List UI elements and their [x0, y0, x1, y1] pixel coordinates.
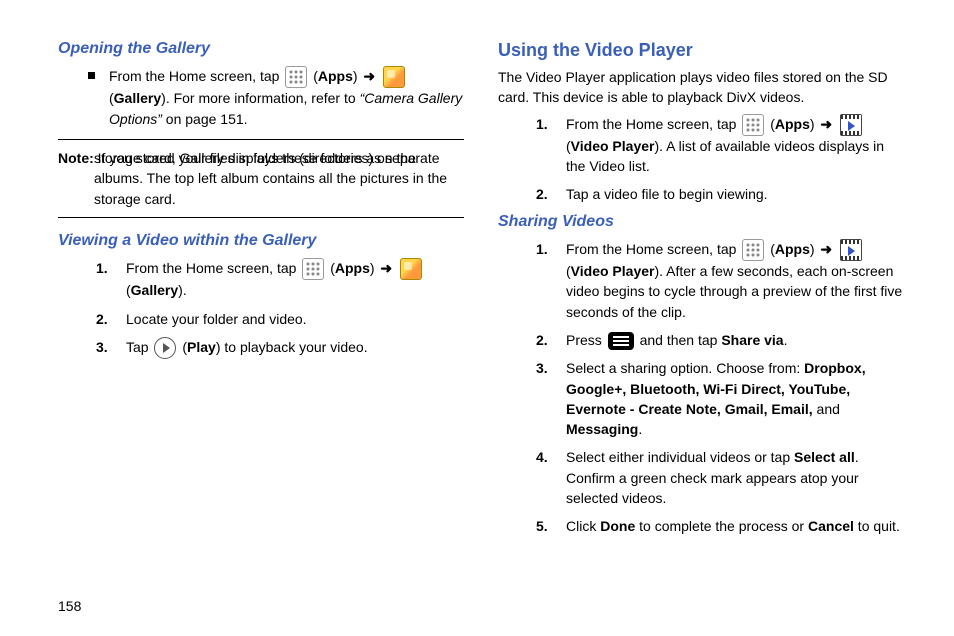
- left-column: Opening the Gallery From the Home screen…: [58, 40, 464, 545]
- apps-label: Apps: [318, 68, 353, 84]
- play-label: Play: [187, 339, 216, 355]
- bullet-open-gallery: From the Home screen, tap (Apps) ➜ (Gall…: [58, 66, 464, 129]
- step-number: 2.: [96, 309, 114, 329]
- step-text: Locate your folder and video.: [126, 309, 464, 329]
- list-item: 1. From the Home screen, tap (Apps) ➜ (G…: [96, 258, 464, 301]
- manual-page: Opening the Gallery From the Home screen…: [58, 40, 904, 545]
- step-number: 2.: [536, 330, 554, 350]
- gallery-label: Gallery: [114, 90, 161, 106]
- step-number: 5.: [536, 516, 554, 536]
- share-via-label: Share via: [721, 332, 783, 348]
- text: .: [784, 332, 788, 348]
- text: ): [810, 241, 819, 257]
- note-label: Note:: [58, 150, 94, 166]
- text: Tap: [126, 339, 152, 355]
- video-player-label: Video Player: [571, 263, 655, 279]
- play-icon: [154, 337, 176, 359]
- step-number: 4.: [536, 447, 554, 508]
- share-option-last: Messaging: [566, 421, 638, 437]
- apps-label: Apps: [335, 260, 370, 276]
- apps-icon: [742, 239, 764, 261]
- text: From the Home screen, tap: [109, 68, 283, 84]
- right-column: Using the Video Player The Video Player …: [498, 40, 904, 545]
- list-item: 2. Press and then tap Share via.: [536, 330, 904, 350]
- video-player-icon: [840, 239, 862, 261]
- note-body: storage card, Gallery displays these fol…: [58, 148, 464, 209]
- select-all-label: Select all: [794, 449, 855, 465]
- text: .: [638, 421, 642, 437]
- list-item: 5. Click Done to complete the process or…: [536, 516, 904, 536]
- apps-icon: [302, 258, 324, 280]
- list-item: 4. Select either individual videos or ta…: [536, 447, 904, 508]
- text: From the Home screen, tap: [126, 260, 300, 276]
- step-text: From the Home screen, tap (Apps) ➜ (Gall…: [126, 258, 464, 301]
- step-text: Click Done to complete the process or Ca…: [566, 516, 904, 536]
- list-item: 2. Locate your folder and video.: [96, 309, 464, 329]
- text: From the Home screen, tap: [566, 241, 740, 257]
- arrow-icon: ➜: [363, 66, 375, 86]
- text: ): [370, 260, 379, 276]
- heading-opening-gallery: Opening the Gallery: [58, 40, 464, 58]
- text: and: [817, 401, 840, 417]
- list-item: 2. Tap a video file to begin viewing.: [536, 184, 904, 204]
- video-player-label: Video Player: [571, 138, 655, 154]
- step-text: Tap (Play) to playback your video.: [126, 337, 464, 359]
- step-text: Select either individual videos or tap S…: [566, 447, 904, 508]
- text: and then tap: [640, 332, 722, 348]
- heading-sharing-videos: Sharing Videos: [498, 213, 904, 231]
- done-label: Done: [600, 518, 635, 534]
- page-number: 158: [58, 598, 81, 614]
- text: Press: [566, 332, 606, 348]
- step-number: 1.: [536, 239, 554, 322]
- text: From the Home screen, tap: [566, 116, 740, 132]
- cancel-label: Cancel: [808, 518, 854, 534]
- text: Select either individual videos or tap: [566, 449, 794, 465]
- step-text: Press and then tap Share via.: [566, 330, 904, 350]
- list-item: 1. From the Home screen, tap (Apps) ➜ (V…: [536, 239, 904, 322]
- list-item: 1. From the Home screen, tap (Apps) ➜ (V…: [536, 114, 904, 177]
- intro-text: The Video Player application plays video…: [498, 67, 904, 108]
- menu-icon: [608, 332, 634, 350]
- list-item: 3. Tap (Play) to playback your video.: [96, 337, 464, 359]
- arrow-icon: ➜: [380, 258, 392, 278]
- video-player-steps: 1. From the Home screen, tap (Apps) ➜ (V…: [498, 114, 904, 205]
- heading-using-video-player: Using the Video Player: [498, 40, 904, 61]
- step-number: 3.: [96, 337, 114, 359]
- step-number: 3.: [536, 358, 554, 439]
- text: to complete the process or: [635, 518, 808, 534]
- video-player-icon: [840, 114, 862, 136]
- text: on page 151.: [162, 111, 248, 127]
- apps-label: Apps: [775, 241, 810, 257]
- step-text: From the Home screen, tap (Apps) ➜ (Vide…: [566, 239, 904, 322]
- step-text: Select a sharing option. Choose from: Dr…: [566, 358, 904, 439]
- step-number: 1.: [96, 258, 114, 301]
- bullet-text: From the Home screen, tap (Apps) ➜ (Gall…: [109, 66, 464, 129]
- text: ). For more information, refer to: [161, 90, 359, 106]
- text: Click: [566, 518, 600, 534]
- arrow-icon: ➜: [820, 239, 832, 259]
- viewing-steps: 1. From the Home screen, tap (Apps) ➜ (G…: [58, 258, 464, 359]
- apps-icon: [742, 114, 764, 136]
- gallery-icon: [383, 66, 405, 88]
- note-block: Note: If you stored your files in folder…: [58, 139, 464, 218]
- step-number: 2.: [536, 184, 554, 204]
- text: ) to playback your video.: [216, 339, 368, 355]
- gallery-icon: [400, 258, 422, 280]
- apps-label: Apps: [775, 116, 810, 132]
- text: ).: [178, 282, 187, 298]
- text: Select a sharing option. Choose from:: [566, 360, 804, 376]
- arrow-icon: ➜: [820, 114, 832, 134]
- gallery-label: Gallery: [131, 282, 178, 298]
- heading-viewing-video: Viewing a Video within the Gallery: [58, 232, 464, 250]
- step-number: 1.: [536, 114, 554, 177]
- step-text: From the Home screen, tap (Apps) ➜ (Vide…: [566, 114, 904, 177]
- text: ): [810, 116, 819, 132]
- sharing-steps: 1. From the Home screen, tap (Apps) ➜ (V…: [498, 239, 904, 537]
- bullet-square-icon: [88, 72, 95, 79]
- step-text: Tap a video file to begin viewing.: [566, 184, 904, 204]
- text: ): [353, 68, 362, 84]
- text: to quit.: [854, 518, 900, 534]
- list-item: 3. Select a sharing option. Choose from:…: [536, 358, 904, 439]
- apps-icon: [285, 66, 307, 88]
